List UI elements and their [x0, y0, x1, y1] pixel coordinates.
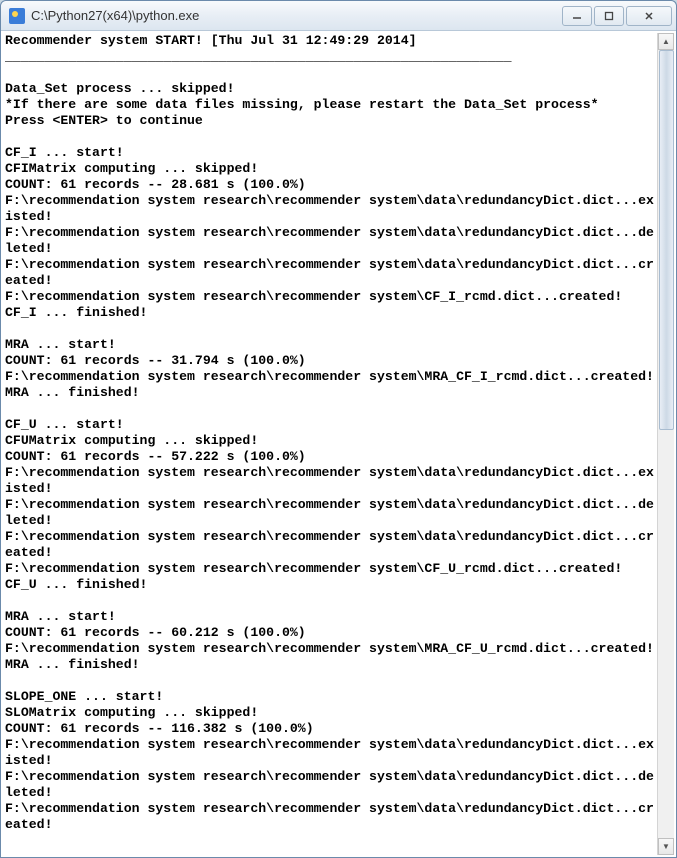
window-controls	[562, 6, 672, 26]
python-app-icon	[9, 8, 25, 24]
scroll-thumb[interactable]	[659, 50, 674, 430]
minimize-icon	[572, 11, 582, 21]
console-window: C:\Python27(x64)\python.exe Recommender …	[0, 0, 677, 858]
scroll-track[interactable]	[658, 50, 674, 838]
close-icon	[644, 11, 654, 21]
scroll-down-arrow[interactable]: ▼	[658, 838, 674, 855]
vertical-scrollbar[interactable]: ▲ ▼	[657, 33, 674, 855]
titlebar[interactable]: C:\Python27(x64)\python.exe	[1, 1, 676, 31]
window-title: C:\Python27(x64)\python.exe	[31, 8, 562, 23]
maximize-button[interactable]	[594, 6, 624, 26]
maximize-icon	[604, 11, 614, 21]
console-area: Recommender system START! [Thu Jul 31 12…	[1, 31, 676, 857]
close-button[interactable]	[626, 6, 672, 26]
console-output[interactable]: Recommender system START! [Thu Jul 31 12…	[5, 33, 657, 855]
minimize-button[interactable]	[562, 6, 592, 26]
scroll-up-arrow[interactable]: ▲	[658, 33, 674, 50]
